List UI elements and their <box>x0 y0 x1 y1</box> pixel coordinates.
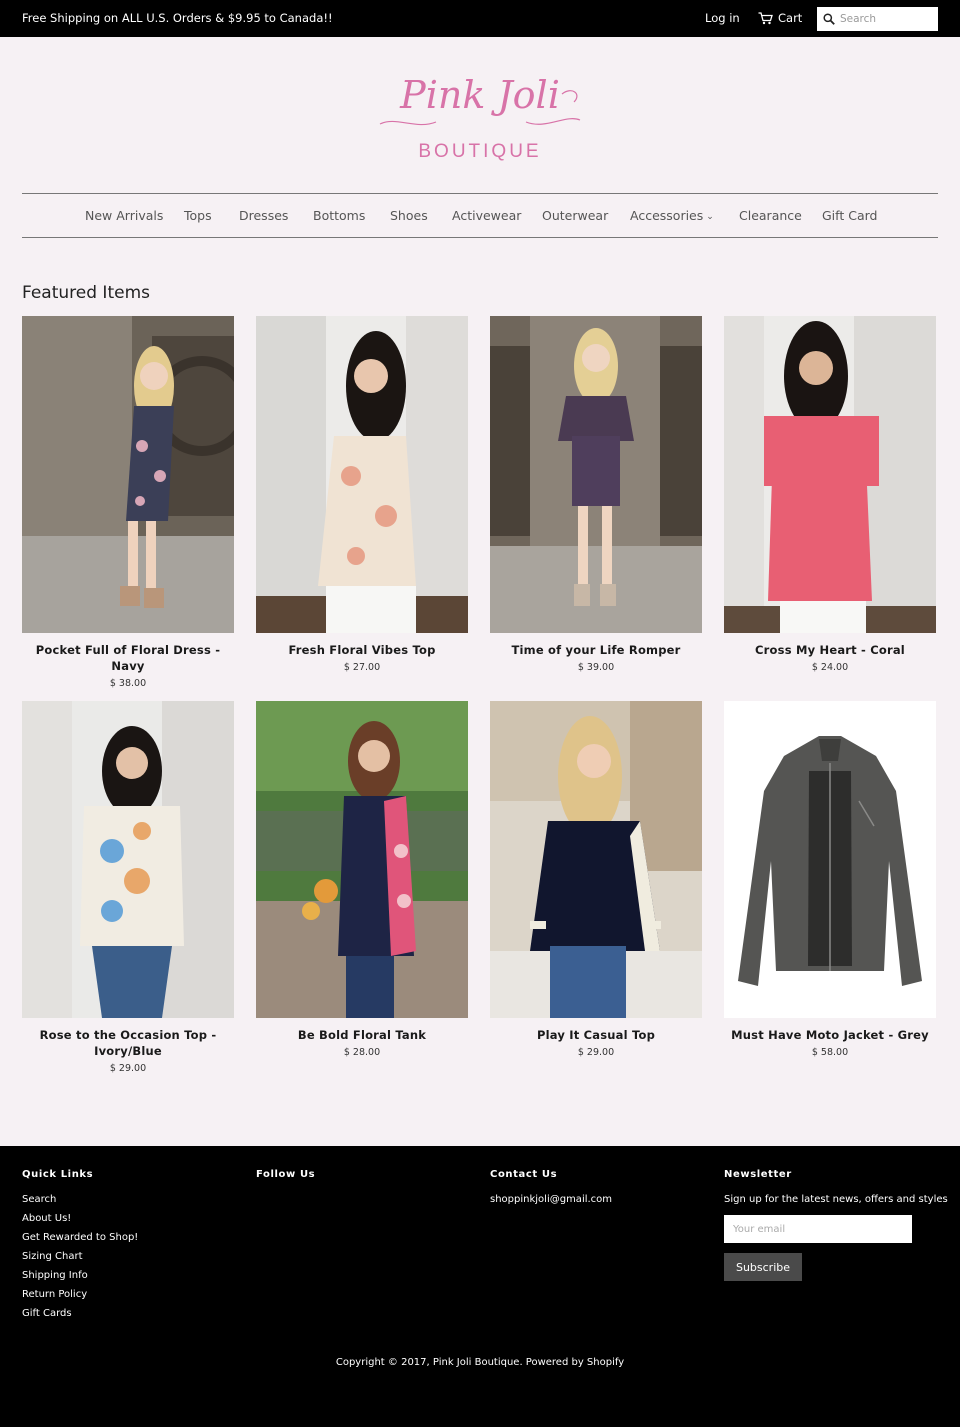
login-link[interactable]: Log in <box>705 11 740 25</box>
main-nav: New Arrivals Tops Dresses Bottoms Shoes … <box>22 193 938 238</box>
product-price: $ 39.00 <box>577 662 615 673</box>
product-price: $ 29.00 <box>109 1063 147 1074</box>
product-image[interactable] <box>256 316 468 633</box>
product-card[interactable]: Must Have Moto Jacket - Grey $ 58.00 <box>724 701 936 1058</box>
product-title[interactable]: Time of your Life Romper <box>490 642 702 658</box>
footer-link-rewards[interactable]: Get Rewarded to Shop! <box>22 1232 138 1243</box>
footer-link-about[interactable]: About Us! <box>22 1213 138 1224</box>
nav-accessories[interactable]: Accessories ⌄ <box>630 208 714 223</box>
product-image[interactable] <box>22 316 234 633</box>
product-image[interactable] <box>256 701 468 1018</box>
nav-accessories-label: Accessories <box>630 208 704 223</box>
product-title[interactable]: Play It Casual Top <box>490 1027 702 1043</box>
footer-link-sizing[interactable]: Sizing Chart <box>22 1251 138 1262</box>
footer-link-search[interactable]: Search <box>22 1194 138 1205</box>
product-title[interactable]: Fresh Floral Vibes Top <box>256 642 468 658</box>
announcement-text: Free Shipping on ALL U.S. Orders & $9.95… <box>22 11 333 25</box>
nav-new-arrivals[interactable]: New Arrivals <box>85 208 163 223</box>
nav-gift-card[interactable]: Gift Card <box>822 208 877 223</box>
product-card[interactable]: Time of your Life Romper $ 39.00 <box>490 316 702 673</box>
product-card[interactable]: Fresh Floral Vibes Top $ 27.00 <box>256 316 468 673</box>
product-title[interactable]: Rose to the Occasion Top - Ivory/Blue <box>22 1027 234 1059</box>
footer-quick-links: Quick Links Search About Us! Get Rewarde… <box>22 1169 138 1327</box>
footer-heading: Newsletter <box>724 1169 792 1180</box>
product-price: $ 38.00 <box>109 678 147 689</box>
nav-shoes[interactable]: Shoes <box>390 208 428 223</box>
product-price: $ 29.00 <box>577 1047 615 1058</box>
product-image[interactable] <box>490 701 702 1018</box>
footer-newsletter: Newsletter Sign up for the latest news, … <box>724 1169 948 1281</box>
nav-clearance[interactable]: Clearance <box>739 208 802 223</box>
search-box[interactable] <box>817 7 938 31</box>
product-image[interactable] <box>22 701 234 1018</box>
logo-graphic: Pink Joli BOUTIQUE <box>379 73 581 162</box>
product-title[interactable]: Must Have Moto Jacket - Grey <box>724 1027 936 1043</box>
product-price: $ 58.00 <box>811 1047 849 1058</box>
nav-outerwear[interactable]: Outerwear <box>542 208 608 223</box>
nav-tops[interactable]: Tops <box>184 208 212 223</box>
contact-email[interactable]: shoppinkjoli@gmail.com <box>490 1194 612 1205</box>
product-price: $ 28.00 <box>343 1047 381 1058</box>
nav-activewear[interactable]: Activewear <box>452 208 521 223</box>
nav-dresses[interactable]: Dresses <box>239 208 288 223</box>
product-card[interactable]: Be Bold Floral Tank $ 28.00 <box>256 701 468 1058</box>
newsletter-text: Sign up for the latest news, offers and … <box>724 1194 948 1205</box>
copyright-text: Copyright © 2017, Pink Joli Boutique. Po… <box>335 1357 625 1368</box>
product-image[interactable] <box>490 316 702 633</box>
product-title[interactable]: Pocket Full of Floral Dress - Navy <box>22 642 234 674</box>
cart-icon <box>758 11 773 24</box>
footer-heading: Contact Us <box>490 1169 558 1180</box>
product-price: $ 27.00 <box>343 662 381 673</box>
product-title[interactable]: Cross My Heart - Coral <box>724 642 936 658</box>
subscribe-button[interactable]: Subscribe <box>724 1253 802 1281</box>
cart-label: Cart <box>778 11 803 25</box>
product-image[interactable] <box>724 701 936 1018</box>
search-input[interactable] <box>840 13 932 25</box>
logo-script: Pink Joli <box>399 73 560 117</box>
search-icon <box>823 13 835 25</box>
cart-link[interactable]: Cart <box>758 11 802 25</box>
logo-word: BOUTIQUE <box>418 141 541 162</box>
chevron-down-icon: ⌄ <box>706 212 714 222</box>
product-card[interactable]: Rose to the Occasion Top - Ivory/Blue $ … <box>22 701 234 1074</box>
featured-title: Featured Items <box>22 283 150 303</box>
footer-link-gift-cards[interactable]: Gift Cards <box>22 1308 138 1319</box>
product-card[interactable]: Cross My Heart - Coral $ 24.00 <box>724 316 936 673</box>
product-card[interactable]: Pocket Full of Floral Dress - Navy $ 38.… <box>22 316 234 689</box>
nav-bottoms[interactable]: Bottoms <box>313 208 365 223</box>
footer-link-returns[interactable]: Return Policy <box>22 1289 138 1300</box>
footer-follow: Follow Us <box>256 1169 315 1194</box>
store-logo[interactable]: Pink Joli BOUTIQUE <box>376 64 584 168</box>
footer-contact: Contact Us shoppinkjoli@gmail.com <box>490 1169 612 1213</box>
footer-link-shipping[interactable]: Shipping Info <box>22 1270 138 1281</box>
product-price: $ 24.00 <box>811 662 849 673</box>
newsletter-email-input[interactable] <box>724 1215 912 1243</box>
product-title[interactable]: Be Bold Floral Tank <box>256 1027 468 1043</box>
footer: Quick Links Search About Us! Get Rewarde… <box>0 1146 960 1427</box>
footer-heading: Quick Links <box>22 1169 94 1180</box>
footer-heading: Follow Us <box>256 1169 316 1180</box>
product-image[interactable] <box>724 316 936 633</box>
top-bar: Free Shipping on ALL U.S. Orders & $9.95… <box>0 0 960 37</box>
product-card[interactable]: Play It Casual Top $ 29.00 <box>490 701 702 1058</box>
